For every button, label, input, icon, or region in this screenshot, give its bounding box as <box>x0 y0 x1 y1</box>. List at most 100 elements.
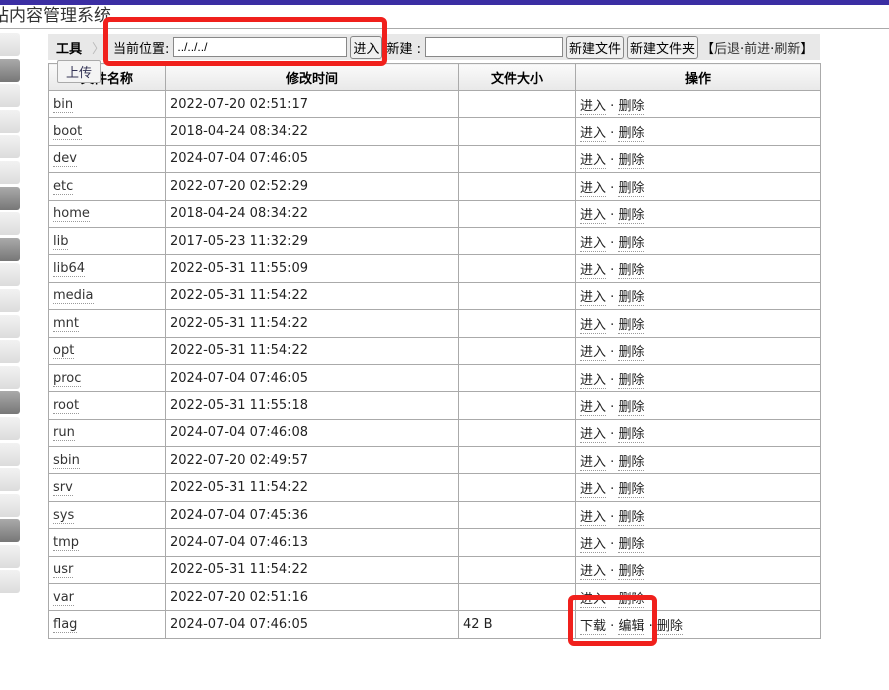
back-link[interactable]: 后退 <box>714 42 740 57</box>
action-link[interactable]: 删除 <box>618 399 645 416</box>
sidebar-item[interactable] <box>0 186 20 210</box>
file-name-link[interactable]: flag <box>53 617 78 634</box>
action-link[interactable]: 删除 <box>618 454 645 471</box>
sidebar-item[interactable] <box>0 237 20 261</box>
separator: · <box>610 564 615 580</box>
time-cell: 2024-07-04 07:46:05 <box>165 363 459 393</box>
sidebar-item[interactable] <box>0 160 20 184</box>
action-link[interactable]: 删除 <box>618 208 645 225</box>
sidebar-item[interactable] <box>0 314 20 338</box>
actions-cell: 进入 · 删除 <box>575 144 821 174</box>
action-link[interactable]: 删除 <box>618 153 645 170</box>
file-name-link[interactable]: media <box>53 288 94 305</box>
action-link[interactable]: 进入 <box>580 482 607 499</box>
action-link[interactable]: 进入 <box>580 591 607 608</box>
actions-cell: 进入 · 删除 <box>575 418 821 448</box>
sidebar-item[interactable] <box>0 33 20 56</box>
action-link[interactable]: 删除 <box>618 509 645 526</box>
action-link[interactable]: 删除 <box>618 345 645 362</box>
sidebar-item[interactable] <box>0 544 20 568</box>
sidebar-item[interactable] <box>0 288 20 312</box>
sidebar-item[interactable] <box>0 58 20 82</box>
action-link[interactable]: 进入 <box>580 509 607 526</box>
new-file-button[interactable]: 新建文件 <box>565 35 624 59</box>
file-name-link[interactable]: dev <box>53 151 77 168</box>
table-row: bin 2022-07-20 02:51:17 进入 · 删除 <box>48 89 821 119</box>
action-link[interactable]: 删除 <box>618 126 645 143</box>
action-link[interactable]: 进入 <box>580 208 607 225</box>
file-name-link[interactable]: run <box>53 425 75 442</box>
sidebar-item[interactable] <box>0 135 20 159</box>
upload-button[interactable]: 上传 <box>57 60 102 83</box>
action-link[interactable]: 进入 <box>580 180 607 197</box>
file-name-link[interactable]: sbin <box>53 452 80 469</box>
sidebar-item[interactable] <box>0 570 20 594</box>
sidebar-item[interactable] <box>0 468 20 492</box>
action-link[interactable]: 删除 <box>618 427 645 444</box>
action-link[interactable]: 进入 <box>580 372 607 389</box>
forward-link[interactable]: 前进 <box>744 42 770 57</box>
sidebar-item[interactable] <box>0 416 20 440</box>
action-link[interactable]: 删除 <box>618 290 645 307</box>
action-link[interactable]: 进入 <box>580 345 607 362</box>
action-link[interactable]: 进入 <box>580 427 607 444</box>
action-link[interactable]: 删除 <box>618 591 645 608</box>
sidebar-item[interactable] <box>0 519 20 543</box>
time-cell: 2022-05-31 11:54:22 <box>165 473 459 502</box>
action-link[interactable]: 删除 <box>618 372 645 389</box>
file-name-link[interactable]: bin <box>53 96 74 113</box>
file-name-link[interactable]: lib64 <box>53 261 86 278</box>
action-link[interactable]: 进入 <box>580 564 607 581</box>
file-name-link[interactable]: lib <box>53 233 69 250</box>
file-name-link[interactable]: etc <box>53 178 74 195</box>
table-row: lib 2017-05-23 11:32:29 进入 · 删除 <box>48 226 821 256</box>
file-name-link[interactable]: tmp <box>53 534 80 551</box>
action-link[interactable]: 进入 <box>580 399 607 416</box>
new-folder-button[interactable]: 新建文件夹 <box>626 35 698 59</box>
action-link[interactable]: 删除 <box>656 619 683 636</box>
action-link[interactable]: 删除 <box>618 98 645 115</box>
action-link[interactable]: 删除 <box>618 482 645 499</box>
file-name-link[interactable]: boot <box>53 124 83 141</box>
action-link[interactable]: 删除 <box>618 536 645 553</box>
refresh-link[interactable]: 刷新 <box>774 42 800 57</box>
action-link[interactable]: 删除 <box>618 180 645 197</box>
action-link[interactable]: 编辑 <box>618 619 645 636</box>
file-name-link[interactable]: usr <box>53 562 74 579</box>
action-link[interactable]: 进入 <box>580 263 607 280</box>
file-name-link[interactable]: root <box>53 397 80 414</box>
new-name-input[interactable] <box>424 37 563 57</box>
sidebar-item[interactable] <box>0 493 20 517</box>
action-link[interactable]: 删除 <box>618 564 645 581</box>
file-name-link[interactable]: home <box>53 206 90 223</box>
action-link[interactable]: 进入 <box>580 454 607 471</box>
action-link[interactable]: 下载 <box>580 619 607 636</box>
file-name-link[interactable]: opt <box>53 343 75 360</box>
action-link[interactable]: 进入 <box>580 536 607 553</box>
sidebar-item[interactable] <box>0 84 20 108</box>
action-link[interactable]: 进入 <box>580 98 607 115</box>
sidebar-item[interactable] <box>0 365 20 389</box>
action-link[interactable]: 进入 <box>580 153 607 170</box>
action-link[interactable]: 删除 <box>618 235 645 252</box>
enter-button[interactable]: 进入 <box>350 35 383 59</box>
action-link[interactable]: 进入 <box>580 317 607 334</box>
sidebar-item[interactable] <box>0 212 20 236</box>
location-input[interactable] <box>173 37 348 57</box>
file-name-link[interactable]: proc <box>53 370 82 387</box>
action-link[interactable]: 进入 <box>580 126 607 143</box>
action-link[interactable]: 进入 <box>580 235 607 252</box>
toolbar: 工具 〉 当前位置: 进入 新建 : 新建文件 新建文件夹 【后退·前进·刷新】 <box>48 34 820 60</box>
sidebar-item[interactable] <box>0 263 20 287</box>
file-name-link[interactable]: srv <box>53 480 73 497</box>
file-name-link[interactable]: var <box>53 589 75 606</box>
sidebar-item[interactable] <box>0 340 20 364</box>
sidebar-item[interactable] <box>0 391 20 415</box>
action-link[interactable]: 删除 <box>618 317 645 334</box>
action-link[interactable]: 删除 <box>618 263 645 280</box>
action-link[interactable]: 进入 <box>580 290 607 307</box>
sidebar-item[interactable] <box>0 109 20 133</box>
sidebar-item[interactable] <box>0 442 20 466</box>
file-name-link[interactable]: sys <box>53 507 75 524</box>
file-name-link[interactable]: mnt <box>53 315 79 332</box>
